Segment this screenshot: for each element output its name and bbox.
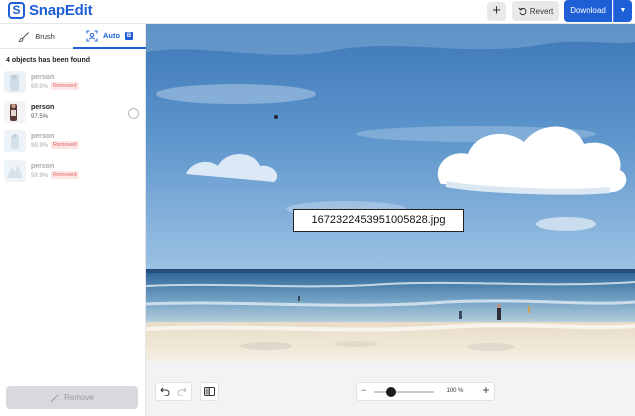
remove-button-label: Remove	[64, 393, 94, 402]
object-item[interactable]: person 97.5%	[4, 101, 142, 125]
undo-icon	[160, 387, 170, 396]
brush-icon	[18, 31, 30, 42]
magic-wand-icon	[50, 393, 59, 402]
bottom-toolbar: − 100 % +	[146, 361, 635, 416]
object-item[interactable]: person 99.9% Removed	[4, 160, 142, 184]
object-score: 99.9%	[31, 173, 49, 179]
beach-photo	[146, 24, 635, 361]
app-logo[interactable]: S SnapEdit	[8, 2, 93, 19]
tab-brush[interactable]: Brush	[0, 24, 73, 49]
redo-icon	[177, 387, 187, 396]
caret-down-icon: ▼	[619, 7, 627, 14]
auto-select-icon	[86, 30, 98, 41]
object-score: 99.9%	[31, 143, 49, 149]
zoom-slider[interactable]	[374, 387, 434, 397]
zoom-control: − 100 %	[356, 382, 495, 401]
object-thumbnail	[4, 160, 26, 182]
object-thumbnail	[4, 101, 26, 123]
add-button[interactable]: +	[487, 2, 506, 21]
revert-button[interactable]: Revert	[512, 1, 559, 21]
objects-found-label: 4 objects has been found	[6, 57, 91, 64]
object-item[interactable]: person 99.9% Removed	[4, 71, 142, 95]
logo-mark-icon: S	[8, 2, 25, 19]
mode-tabs: Brush Auto B	[0, 24, 146, 49]
redo-button[interactable]	[174, 383, 192, 400]
object-score: 97.5%	[31, 114, 49, 120]
remove-button[interactable]: Remove	[6, 386, 138, 409]
zoom-in-button[interactable]: +	[477, 383, 495, 397]
removed-badge: Removed	[51, 171, 79, 179]
undo-redo-group	[155, 382, 192, 401]
download-button[interactable]: Download	[564, 0, 612, 22]
tab-brush-label: Brush	[35, 32, 55, 41]
zoom-out-button[interactable]: −	[361, 385, 366, 395]
object-thumbnail	[4, 130, 26, 152]
tab-auto-label: Auto	[102, 31, 121, 40]
object-thumbnail	[4, 71, 26, 93]
object-label: person	[31, 163, 55, 170]
zoom-slider-thumb[interactable]	[386, 387, 396, 397]
object-score: 99.9%	[31, 84, 49, 90]
image-canvas[interactable]	[146, 24, 635, 361]
revert-icon	[518, 7, 527, 15]
compare-button[interactable]	[200, 382, 219, 401]
zoom-level: 100 %	[446, 388, 464, 394]
revert-label: Revert	[529, 6, 554, 16]
beta-badge: B	[125, 31, 134, 40]
app-name: SnapEdit	[29, 2, 93, 19]
download-options-button[interactable]: ▼	[613, 0, 632, 22]
image-filename-label: 1672322453951005828.jpg	[293, 209, 464, 232]
top-bar: S SnapEdit + Revert Download ▼	[0, 0, 635, 24]
object-item[interactable]: person 99.9% Removed	[4, 130, 142, 154]
tab-auto[interactable]: Auto B	[73, 24, 146, 49]
object-select-radio[interactable]	[128, 108, 139, 119]
object-label: person	[31, 133, 55, 140]
undo-button[interactable]	[156, 383, 174, 400]
removed-badge: Removed	[51, 141, 79, 149]
object-label: person	[31, 104, 55, 111]
sidebar: Brush Auto B 4 objects has been found pe…	[0, 24, 146, 416]
compare-icon	[204, 387, 215, 396]
removed-badge: Removed	[51, 82, 79, 90]
object-label: person	[31, 74, 55, 81]
